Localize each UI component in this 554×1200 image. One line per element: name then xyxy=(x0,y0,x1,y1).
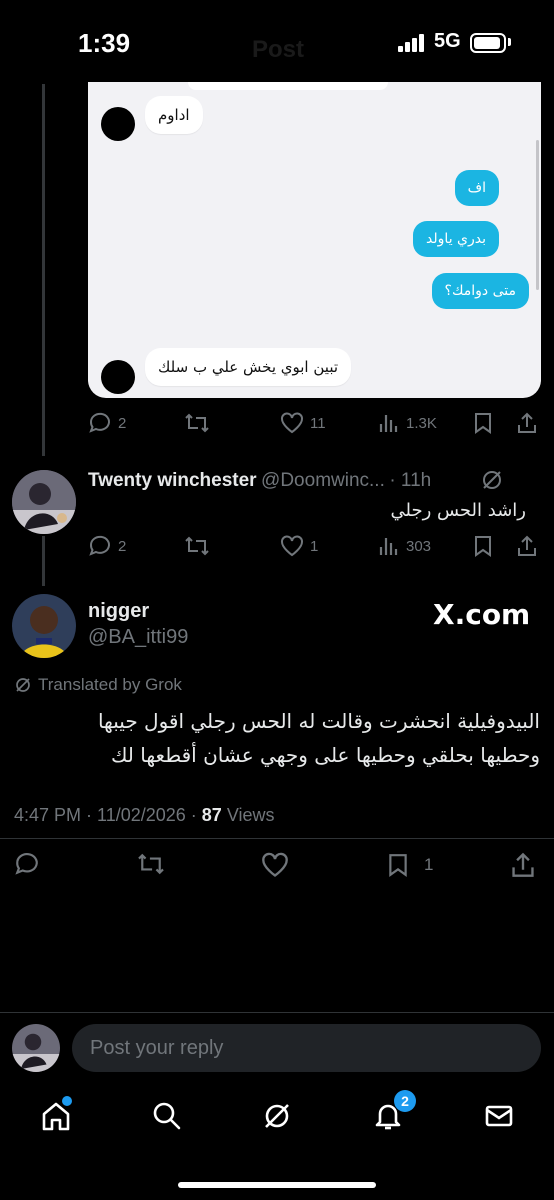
signal-icon xyxy=(398,34,428,52)
reply-like-button[interactable]: 1 xyxy=(280,535,318,557)
post-image-screenshot[interactable]: اداوم اف بدري ياولد متى دوامك؟ تبين ابوي… xyxy=(88,82,541,398)
main-post-text-line: البيدوفيلية انحشرت وقالت له الحس رجلي اق… xyxy=(97,709,540,733)
chat-bubble-outgoing: متى دوامك؟ xyxy=(431,273,529,309)
heart-icon xyxy=(262,852,288,877)
grok-icon xyxy=(483,471,501,489)
tab-notifications[interactable]: 2 xyxy=(372,1090,416,1137)
repost-button[interactable] xyxy=(184,412,210,434)
reply-repost-button[interactable] xyxy=(184,535,210,557)
mail-icon xyxy=(485,1105,513,1127)
like-button[interactable]: 11 xyxy=(280,412,326,434)
repost-icon xyxy=(138,853,164,875)
reply-views-button[interactable]: 303 xyxy=(378,535,431,557)
chat-bubble-incoming: تبين ابوي يخش علي ب سلك xyxy=(145,348,352,386)
reply-bookmark-button[interactable] xyxy=(472,535,494,562)
reply-reply-count: 2 xyxy=(118,537,127,555)
network-type: 5G xyxy=(434,30,461,52)
main-like-button[interactable] xyxy=(261,852,289,883)
bookmark-icon xyxy=(475,536,491,557)
battery-tip xyxy=(508,38,511,46)
post-timestamp[interactable]: 4:47 PM · 11/02/2026 · xyxy=(14,805,197,825)
bookmark-icon xyxy=(475,413,491,434)
chat-avatar xyxy=(101,360,135,394)
heart-icon xyxy=(281,412,303,434)
views-count-main: 87 xyxy=(201,805,222,825)
chat-avatar xyxy=(101,107,135,141)
reply-icon xyxy=(89,535,110,556)
divider xyxy=(0,1012,554,1013)
search-icon xyxy=(153,1102,181,1130)
chat-bubble-outgoing: بدري ياولد xyxy=(413,221,499,257)
x-watermark: X.com xyxy=(433,598,531,631)
views-count: 1.3K xyxy=(406,414,437,432)
divider xyxy=(0,838,554,839)
reply-button[interactable]: 2 xyxy=(88,412,126,434)
views-icon xyxy=(379,415,398,432)
bookmark-count: 1 xyxy=(424,855,434,874)
reply-author-handle[interactable]: @Doomwinc... xyxy=(261,470,385,491)
status-time: 1:39 xyxy=(78,28,131,58)
reply-author-name[interactable]: Twenty winchester xyxy=(88,470,257,491)
notifications-badge: 2 xyxy=(394,1090,416,1112)
home-unread-dot xyxy=(62,1096,72,1106)
battery-icon xyxy=(470,33,506,53)
main-author-avatar[interactable] xyxy=(12,594,76,658)
bookmark-icon xyxy=(389,854,407,877)
views-icon xyxy=(379,538,398,555)
tab-messages[interactable] xyxy=(483,1100,515,1137)
composer-avatar[interactable] xyxy=(12,1024,60,1072)
reply-time: · 11h xyxy=(389,470,432,491)
translated-label[interactable]: Translated by Grok xyxy=(14,675,182,695)
tab-grok[interactable] xyxy=(261,1100,293,1137)
chat-top-bubble-edge xyxy=(188,82,388,90)
thread-line xyxy=(42,84,45,456)
heart-icon xyxy=(281,535,303,557)
main-post-text: البيدوفيلية انحشرت وقالت له الحس رجلي اق… xyxy=(98,704,540,772)
grok-icon xyxy=(265,1104,289,1128)
like-count: 11 xyxy=(310,414,326,432)
ghost-header-title: Post xyxy=(252,36,305,63)
bookmark-button[interactable] xyxy=(472,412,494,439)
post-meta: 4:47 PM · 11/02/2026 · 87 Views xyxy=(14,805,275,826)
translated-text: Translated by Grok xyxy=(38,675,182,694)
reply-count: 2 xyxy=(118,414,127,432)
grok-icon xyxy=(16,678,30,692)
reply-header: Twenty winchester @Doomwinc... · 11h xyxy=(88,470,431,492)
grok-icon-button[interactable] xyxy=(480,468,504,497)
share-icon xyxy=(512,852,534,877)
main-bookmark-button[interactable]: 1 xyxy=(386,852,433,878)
share-icon xyxy=(518,535,536,556)
main-author-handle[interactable]: @BA_itti99 xyxy=(88,626,188,649)
reply-share-button[interactable] xyxy=(516,535,538,562)
reply-icon xyxy=(15,852,38,875)
reply-text: راشد الحس رجلي xyxy=(390,500,526,521)
chat-bubble-outgoing: اف xyxy=(454,170,499,206)
status-bar: 1:39 Post 5G xyxy=(0,0,554,84)
reply-icon xyxy=(89,412,110,433)
main-reply-button[interactable] xyxy=(14,852,40,881)
chat-scroll-indicator xyxy=(536,140,539,290)
share-button[interactable] xyxy=(516,412,538,439)
main-author-name[interactable]: nigger xyxy=(88,600,149,623)
views-button[interactable]: 1.3K xyxy=(378,412,437,434)
reply-like-count: 1 xyxy=(310,537,319,555)
reply-placeholder: Post your reply xyxy=(90,1037,224,1059)
home-indicator xyxy=(178,1182,376,1188)
reply-input[interactable]: Post your reply xyxy=(72,1024,541,1072)
repost-icon xyxy=(185,413,209,433)
main-share-button[interactable] xyxy=(510,852,536,883)
chat-bubble-incoming: اداوم xyxy=(145,96,203,134)
views-label: Views xyxy=(226,805,275,825)
reply-views-count: 303 xyxy=(406,537,432,555)
main-post-text-line: وحطيها بحلقي وحطيها على وجهي عشان أقطعها… xyxy=(110,743,540,767)
reply-reply-button[interactable]: 2 xyxy=(88,535,126,557)
tab-search[interactable] xyxy=(151,1100,183,1137)
thread-line-lower xyxy=(42,536,45,586)
repost-icon xyxy=(185,536,209,556)
reply-author-avatar[interactable] xyxy=(12,470,76,534)
tab-home[interactable] xyxy=(40,1096,72,1137)
main-repost-button[interactable] xyxy=(136,852,166,881)
share-icon xyxy=(518,412,536,433)
